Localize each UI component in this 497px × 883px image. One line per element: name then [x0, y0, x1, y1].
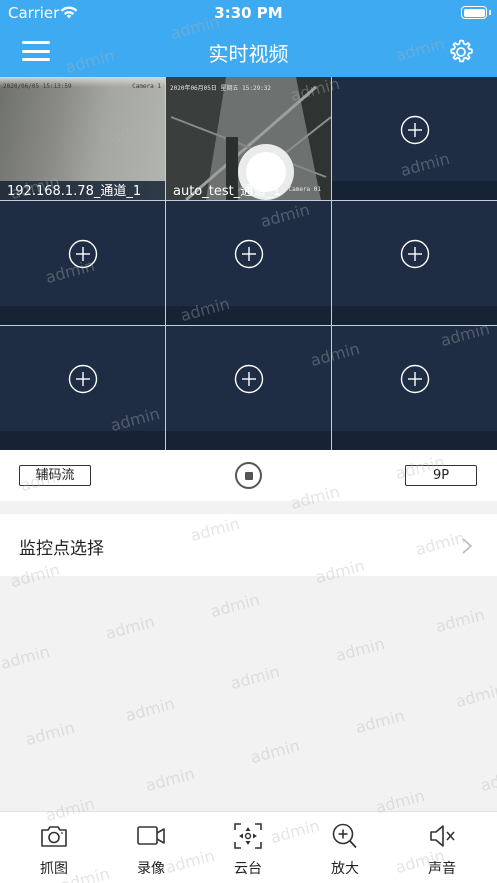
video-record-icon	[137, 826, 165, 845]
watermark-text: admin	[103, 611, 157, 644]
watermark-text: admin	[23, 717, 77, 750]
video-cell-8[interactable]	[166, 326, 331, 450]
ptz-button[interactable]: 云台	[213, 812, 283, 883]
stop-all-button[interactable]	[235, 462, 262, 489]
watermark-text: admin	[0, 641, 52, 674]
channel-label: auto_test_通道_1	[173, 184, 281, 199]
split-layout-button[interactable]: 9P	[405, 465, 477, 486]
battery-nub	[489, 10, 491, 15]
video-cell-6[interactable]	[332, 201, 497, 325]
video-cell-3[interactable]	[332, 77, 497, 200]
status-bar: Carrier 3:30 PM	[0, 0, 497, 26]
add-camera-icon[interactable]	[68, 239, 98, 269]
chevron-right-icon	[462, 538, 473, 554]
video-grid: 2020/06/05 15:13:59 Camera 1 192.168.1.7…	[0, 77, 497, 450]
stop-icon	[244, 471, 253, 480]
record-label: 录像	[137, 861, 165, 877]
zoom-label: 放大	[331, 861, 359, 877]
monitoring-point-select-row[interactable]: 监控点选择	[0, 514, 497, 576]
video-cell-1[interactable]: 2020/06/05 15:13:59 Camera 1 192.168.1.7…	[0, 77, 165, 200]
gear-icon[interactable]	[447, 38, 475, 66]
ptz-control-icon	[234, 823, 262, 849]
nav-bar: 实时视频	[0, 26, 497, 77]
video-cell-7[interactable]	[0, 326, 165, 450]
video-cell-5[interactable]	[166, 201, 331, 325]
watermark-text: admin	[143, 763, 197, 796]
osd-timestamp: 2020/06/05 15:13:59	[3, 83, 72, 90]
channel-label: 192.168.1.78_通道_1	[7, 184, 142, 199]
osd-timestamp: 2020年06月05日 星期五 15:29:32	[170, 85, 272, 92]
watermark-text: admin	[353, 705, 407, 738]
video-cell-9[interactable]	[332, 326, 497, 450]
watermark-text: admin	[123, 693, 177, 726]
add-camera-icon[interactable]	[400, 239, 430, 269]
bottom-toolbar: 抓图 录像 云台 放大 声音	[0, 811, 497, 883]
watermark-text: admin	[248, 735, 302, 768]
osd-camera-name: Camera 01	[288, 186, 321, 193]
speaker-muted-icon	[430, 825, 455, 847]
add-camera-icon[interactable]	[400, 115, 430, 145]
video-cell-4[interactable]	[0, 201, 165, 325]
watermark-text: admin	[453, 679, 497, 712]
page-title: 实时视频	[208, 42, 289, 66]
watermark-text: admin	[228, 661, 282, 694]
capture-label: 抓图	[40, 861, 68, 877]
playback-control-row: 辅码流 9P	[0, 450, 497, 501]
watermark-text: admin	[208, 589, 262, 622]
monitoring-point-label: 监控点选择	[19, 539, 104, 559]
video-cell-2[interactable]: 2020年06月05日 星期五 15:29:32 Camera 01 auto_…	[166, 77, 331, 200]
ptz-label: 云台	[234, 861, 262, 877]
osd-camera-name: Camera 1	[132, 83, 161, 90]
capture-button[interactable]: 抓图	[19, 812, 89, 883]
add-camera-icon[interactable]	[68, 364, 98, 394]
zoom-button[interactable]: 放大	[310, 812, 380, 883]
zoom-in-icon	[332, 823, 357, 849]
sub-stream-button[interactable]: 辅码流	[19, 465, 91, 486]
watermark-text: admin	[333, 633, 387, 666]
add-camera-icon[interactable]	[400, 364, 430, 394]
record-button[interactable]: 录像	[116, 812, 186, 883]
watermark-text: admin	[478, 763, 497, 796]
camera-icon	[41, 826, 67, 847]
add-camera-icon[interactable]	[234, 364, 264, 394]
watermark-text: admin	[433, 604, 487, 637]
clock: 3:30 PM	[214, 4, 283, 22]
sound-button[interactable]: 声音	[407, 812, 477, 883]
battery-icon	[461, 6, 487, 19]
sound-label: 声音	[428, 861, 456, 877]
add-camera-icon[interactable]	[234, 239, 264, 269]
